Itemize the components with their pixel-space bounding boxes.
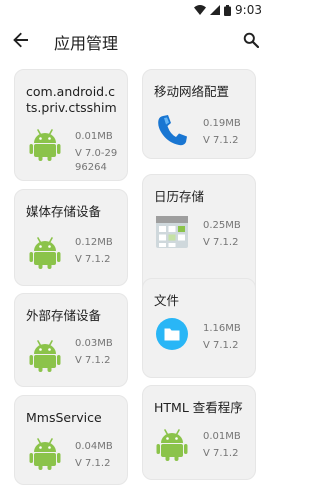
app-size: 0.19MB bbox=[203, 118, 241, 129]
app-bar: 应用管理 bbox=[0, 20, 270, 60]
app-size: 0.04MB bbox=[75, 441, 113, 452]
android-icon bbox=[29, 340, 61, 372]
app-version: V 7.1.2 bbox=[75, 254, 111, 265]
search-icon bbox=[243, 32, 259, 48]
app-grid: com.android.cts.priv.ctsshim 0.01MB V 7.… bbox=[0, 60, 270, 485]
app-size: 0.25MB bbox=[203, 220, 241, 231]
app-size: 0.12MB bbox=[75, 237, 113, 248]
app-card[interactable]: 媒体存储设备 0.12MB V 7.1.2 bbox=[14, 189, 128, 286]
app-name: com.android.cts.priv.ctsshim bbox=[26, 84, 117, 115]
app-version: V 7.1.2 bbox=[203, 340, 239, 351]
folder-icon bbox=[156, 318, 188, 350]
app-version: V 7.1.2 bbox=[203, 135, 239, 146]
back-button[interactable] bbox=[10, 29, 32, 51]
search-button[interactable] bbox=[240, 29, 262, 51]
arrow-back-icon bbox=[13, 32, 28, 48]
signal-icon bbox=[210, 5, 221, 15]
app-version: V 7.1.2 bbox=[75, 355, 111, 366]
app-card[interactable]: com.android.cts.priv.ctsshim 0.01MB V 7.… bbox=[14, 69, 128, 181]
android-icon bbox=[29, 129, 61, 161]
app-name: MmsService bbox=[26, 410, 102, 425]
app-size: 1.16MB bbox=[203, 323, 241, 334]
app-card[interactable]: 移动网络配置 0.19MB V 7.1.2 bbox=[142, 69, 256, 159]
app-name: 文件 bbox=[154, 293, 180, 308]
app-version: V 7.1.2 bbox=[75, 458, 111, 469]
app-size: 0.01MB bbox=[203, 431, 241, 442]
calendar-icon bbox=[156, 216, 188, 248]
status-bar: 9:03 bbox=[0, 0, 270, 20]
app-size: 0.03MB bbox=[75, 338, 113, 349]
app-version: V 7.1.2 bbox=[203, 448, 239, 459]
app-name: 移动网络配置 bbox=[154, 84, 230, 99]
wifi-icon bbox=[194, 5, 207, 15]
android-icon bbox=[29, 438, 61, 470]
battery-icon bbox=[224, 4, 232, 16]
app-version: V 7.0-29 bbox=[75, 148, 118, 159]
app-name: 外部存储设备 bbox=[26, 308, 102, 323]
app-name: 媒体存储设备 bbox=[26, 204, 102, 219]
app-size: 0.01MB bbox=[75, 131, 113, 142]
app-card[interactable]: 文件 1.16MB V 7.1.2 bbox=[142, 278, 256, 378]
app-name: 日历存储 bbox=[154, 189, 205, 204]
status-time: 9:03 bbox=[235, 3, 262, 17]
app-card[interactable]: 外部存储设备 0.03MB V 7.1.2 bbox=[14, 293, 128, 387]
android-icon bbox=[156, 429, 188, 461]
page-title: 应用管理 bbox=[54, 34, 119, 53]
app-card[interactable]: MmsService 0.04MB V 7.1.2 bbox=[14, 395, 128, 485]
phone-icon bbox=[158, 115, 187, 146]
app-card[interactable]: HTML 查看程序 0.01MB V 7.1.2 bbox=[142, 385, 256, 480]
android-icon bbox=[29, 237, 61, 269]
app-version: V 7.1.2 bbox=[203, 237, 239, 248]
app-name: HTML 查看程序 bbox=[154, 400, 243, 415]
app-version-cont: 96264 bbox=[75, 162, 107, 173]
